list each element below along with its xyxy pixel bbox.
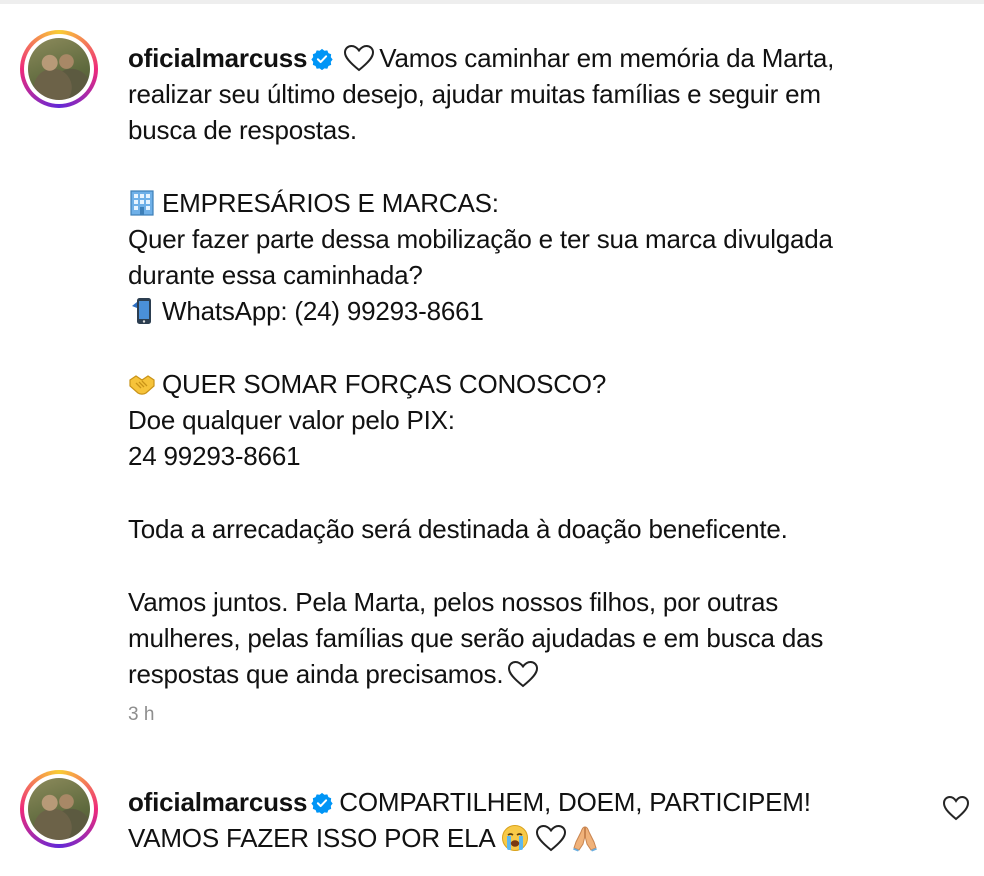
comment-line: Vamos juntos. Pela Marta, pelos nossos f… [128, 584, 928, 620]
comment-text: VAMOS FAZER ISSO POR ELA [128, 823, 496, 853]
handshake-icon [129, 375, 155, 395]
avatar-photo [28, 38, 90, 100]
comment-body: oficialmarcuss COMPARTILHEM, DOEM, PARTIC… [128, 784, 928, 856]
office-building-icon [130, 190, 154, 216]
top-divider [0, 0, 984, 4]
comment-text: Doe qualquer valor pelo PIX: [128, 405, 455, 435]
comment-timestamp[interactable]: 3 h [128, 704, 154, 726]
comment-line: WhatsApp: (24) 99293-8661 [128, 293, 928, 329]
crying-face-icon [502, 825, 529, 851]
comment-line: QUER SOMAR FORÇAS CONOSCO? [128, 366, 928, 402]
comment-text: Vamos caminhar em memória da Marta, [379, 43, 835, 73]
comment-text: busca de respostas. [128, 115, 357, 145]
heart-icon [508, 660, 539, 688]
avatar[interactable] [20, 30, 98, 108]
mobile-phone-icon [132, 298, 151, 324]
comment-line: oficialmarcuss Vamos caminhar em memória … [128, 40, 928, 76]
comment-body: oficialmarcuss Vamos caminhar em memória … [128, 40, 928, 692]
verified-icon [311, 48, 333, 70]
comment-line: realizar seu último desejo, ajudar muita… [128, 76, 928, 112]
comment-line: oficialmarcuss COMPARTILHEM, DOEM, PARTIC… [128, 784, 928, 820]
comment-line: Toda a arrecadação será destinada à doaç… [128, 511, 928, 547]
comment-text: 24 99293-8661 [128, 441, 301, 471]
comment-text: Vamos juntos. Pela Marta, pelos nossos f… [128, 587, 779, 617]
comment-text: EMPRESÁRIOS E MARCAS: [162, 188, 499, 218]
comment-line: busca de respostas. [128, 112, 928, 148]
like-heart-icon[interactable] [942, 795, 970, 821]
comment-line: VAMOS FAZER ISSO POR ELA [128, 820, 928, 856]
comment-line: 24 99293-8661 [128, 438, 928, 474]
avatar-border [24, 34, 94, 104]
comment-text: respostas que ainda precisamos. [128, 659, 504, 689]
comment-text: COMPARTILHEM, DOEM, PARTICIPEM! [339, 787, 811, 817]
avatar[interactable] [20, 770, 98, 848]
avatar-border [24, 774, 94, 844]
comment-line: mulheres, pelas famílias que serão ajuda… [128, 620, 928, 656]
comment-line: Doe qualquer valor pelo PIX: [128, 402, 928, 438]
comment-text: durante essa caminhada? [128, 260, 423, 290]
username-link[interactable]: oficialmarcuss [128, 787, 307, 817]
verified-icon [311, 792, 333, 814]
comment-text: QUER SOMAR FORÇAS CONOSCO? [162, 369, 607, 399]
comment-text: realizar seu último desejo, ajudar muita… [128, 79, 821, 109]
comment-line: EMPRESÁRIOS E MARCAS: [128, 185, 928, 221]
avatar-photo [28, 778, 90, 840]
comment-line: Quer fazer parte dessa mobilização e ter… [128, 221, 928, 257]
comment-text: Quer fazer parte dessa mobilização e ter… [128, 224, 833, 254]
praying-hands-icon [573, 826, 598, 852]
comment-text: mulheres, pelas famílias que serão ajuda… [128, 623, 824, 653]
username-link[interactable]: oficialmarcuss [128, 43, 307, 73]
comment-text: Toda a arrecadação será destinada à doaç… [128, 514, 788, 544]
heart-icon [536, 824, 567, 852]
comment-line: durante essa caminhada? [128, 257, 928, 293]
comment-line: respostas que ainda precisamos. [128, 656, 928, 692]
comment-text: WhatsApp: (24) 99293-8661 [162, 296, 484, 326]
heart-icon [344, 44, 375, 72]
